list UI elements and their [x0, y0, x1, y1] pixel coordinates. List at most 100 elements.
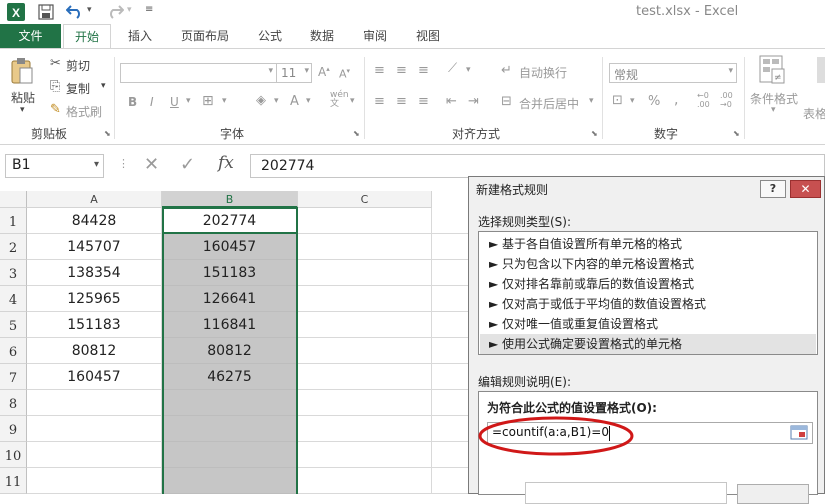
cell-b[interactable]	[162, 390, 298, 416]
cell-a[interactable]: 84428	[27, 208, 162, 234]
align-middle-icon[interactable]: ≡	[396, 63, 407, 78]
paste-button[interactable]: 粘贴	[11, 89, 35, 106]
copy-dropdown-icon[interactable]: ▾	[101, 81, 106, 91]
cell-c[interactable]	[298, 338, 432, 364]
cell-a[interactable]: 125965	[27, 286, 162, 312]
clipboard-launcher-icon[interactable]: ⬊	[104, 129, 111, 138]
cell-a[interactable]	[27, 416, 162, 442]
column-header-b[interactable]: B	[162, 191, 298, 208]
cell-d[interactable]	[432, 312, 472, 338]
cell-b[interactable]	[162, 442, 298, 468]
cell-b[interactable]: 80812	[162, 338, 298, 364]
cell-a[interactable]: 145707	[27, 234, 162, 260]
cell-a[interactable]	[27, 468, 162, 494]
help-button[interactable]: ?	[760, 180, 786, 198]
table-format-icon[interactable]	[817, 57, 825, 83]
row-header[interactable]: 5	[0, 312, 27, 338]
orientation-icon[interactable]: ⟋	[448, 61, 457, 76]
tab-review[interactable]: 审阅	[353, 24, 397, 48]
paste-icon[interactable]	[10, 57, 34, 85]
currency-icon[interactable]: ⊡	[612, 93, 623, 108]
cell-a[interactable]: 80812	[27, 338, 162, 364]
fill-color-icon[interactable]: ◈	[256, 93, 266, 108]
cell-d[interactable]	[432, 338, 472, 364]
chevron-down-icon[interactable]: ▾	[304, 66, 309, 76]
cell-d[interactable]	[432, 260, 472, 286]
increase-font-icon[interactable]: A▴	[318, 65, 330, 79]
tab-view[interactable]: 视图	[406, 24, 450, 48]
number-launcher-icon[interactable]: ⬊	[733, 129, 740, 138]
list-item[interactable]: ► 仅对唯一值或重复值设置格式	[489, 314, 802, 334]
format-painter-button[interactable]: 格式刷	[66, 103, 102, 120]
format-button[interactable]	[737, 484, 809, 504]
alignment-launcher-icon[interactable]: ⬊	[591, 129, 598, 138]
decrease-decimal-icon[interactable]: .00 →0	[720, 91, 733, 109]
underline-icon[interactable]: U	[170, 95, 179, 109]
customize-toolbar-icon[interactable]: ≡	[145, 4, 153, 15]
list-item[interactable]: ► 仅对高于或低于平均值的数值设置格式	[489, 294, 802, 314]
font-size-combo[interactable]: 11 ▾	[276, 63, 312, 83]
cell-c[interactable]	[298, 416, 432, 442]
cell-c[interactable]	[298, 442, 432, 468]
redo-icon[interactable]	[106, 3, 125, 19]
cell-d[interactable]	[432, 286, 472, 312]
orientation-dropdown-icon[interactable]: ▾	[466, 65, 471, 75]
cell-c[interactable]	[298, 468, 432, 494]
cut-button[interactable]: 剪切	[66, 57, 90, 74]
formula-input[interactable]: 202774	[250, 154, 825, 178]
cell-a[interactable]	[27, 390, 162, 416]
chevron-down-icon[interactable]: ▾	[268, 66, 273, 76]
cell-d[interactable]	[432, 468, 472, 494]
font-color-icon[interactable]: A	[290, 94, 299, 109]
close-button[interactable]: ✕	[790, 180, 821, 198]
cell-d[interactable]	[432, 442, 472, 468]
copy-button[interactable]: 复制	[66, 80, 90, 97]
merge-dropdown-icon[interactable]: ▾	[589, 96, 594, 106]
row-header[interactable]: 2	[0, 234, 27, 260]
fill-color-dropdown-icon[interactable]: ▾	[274, 96, 279, 106]
table-format-button[interactable]: 表格	[803, 105, 825, 122]
redo-dropdown-icon[interactable]: ▾	[127, 5, 132, 15]
tab-insert[interactable]: 插入	[118, 24, 162, 48]
column-header-c[interactable]: C	[298, 191, 432, 208]
list-item[interactable]: ► 基于各自值设置所有单元格的格式	[489, 234, 802, 254]
phonetic-dropdown-icon[interactable]: ▾	[350, 96, 355, 106]
row-header[interactable]: 10	[0, 442, 27, 468]
wrap-text-button[interactable]: 自动换行	[519, 64, 567, 81]
cell-d[interactable]	[432, 416, 472, 442]
row-header[interactable]: 4	[0, 286, 27, 312]
cell-c[interactable]	[298, 312, 432, 338]
paste-dropdown-icon[interactable]: ▾	[20, 105, 25, 115]
cell-d[interactable]	[432, 390, 472, 416]
merge-center-icon[interactable]: ⊟	[501, 94, 512, 109]
bold-icon[interactable]: B	[128, 95, 137, 109]
align-top-icon[interactable]: ≡	[374, 63, 385, 78]
chevron-down-icon[interactable]: ▾	[728, 66, 733, 76]
cell-b[interactable]	[162, 416, 298, 442]
underline-dropdown-icon[interactable]: ▾	[186, 96, 191, 106]
tab-file[interactable]: 文件	[0, 24, 61, 48]
save-icon[interactable]	[38, 4, 54, 20]
cancel-icon[interactable]: ✕	[144, 154, 159, 175]
align-bottom-icon[interactable]: ≡	[418, 63, 429, 78]
undo-dropdown-icon[interactable]: ▾	[87, 5, 92, 15]
list-item-selected[interactable]: ► 使用公式确定要设置格式的单元格	[480, 334, 816, 354]
scissors-icon[interactable]: ✂	[50, 56, 61, 71]
borders-dropdown-icon[interactable]: ▾	[222, 96, 227, 106]
select-all-corner[interactable]	[0, 191, 27, 208]
list-item[interactable]: ► 只为包含以下内容的单元格设置格式	[489, 254, 802, 274]
tab-page-layout[interactable]: 页面布局	[170, 24, 240, 48]
phonetic-icon[interactable]: wén 文	[330, 91, 349, 109]
conditional-format-dropdown-icon[interactable]: ▾	[771, 105, 776, 115]
merge-center-button[interactable]: 合并后居中	[519, 95, 579, 112]
cell-b[interactable]: 160457	[162, 234, 298, 260]
increase-indent-icon[interactable]: ⇥	[468, 94, 479, 109]
percent-icon[interactable]: %	[648, 94, 660, 109]
range-select-icon[interactable]	[790, 424, 808, 442]
decrease-indent-icon[interactable]: ⇤	[446, 94, 457, 109]
cell-b[interactable]: 46275	[162, 364, 298, 390]
cell-a[interactable]: 160457	[27, 364, 162, 390]
cell-a[interactable]	[27, 442, 162, 468]
cell-c[interactable]	[298, 286, 432, 312]
font-color-dropdown-icon[interactable]: ▾	[306, 96, 311, 106]
